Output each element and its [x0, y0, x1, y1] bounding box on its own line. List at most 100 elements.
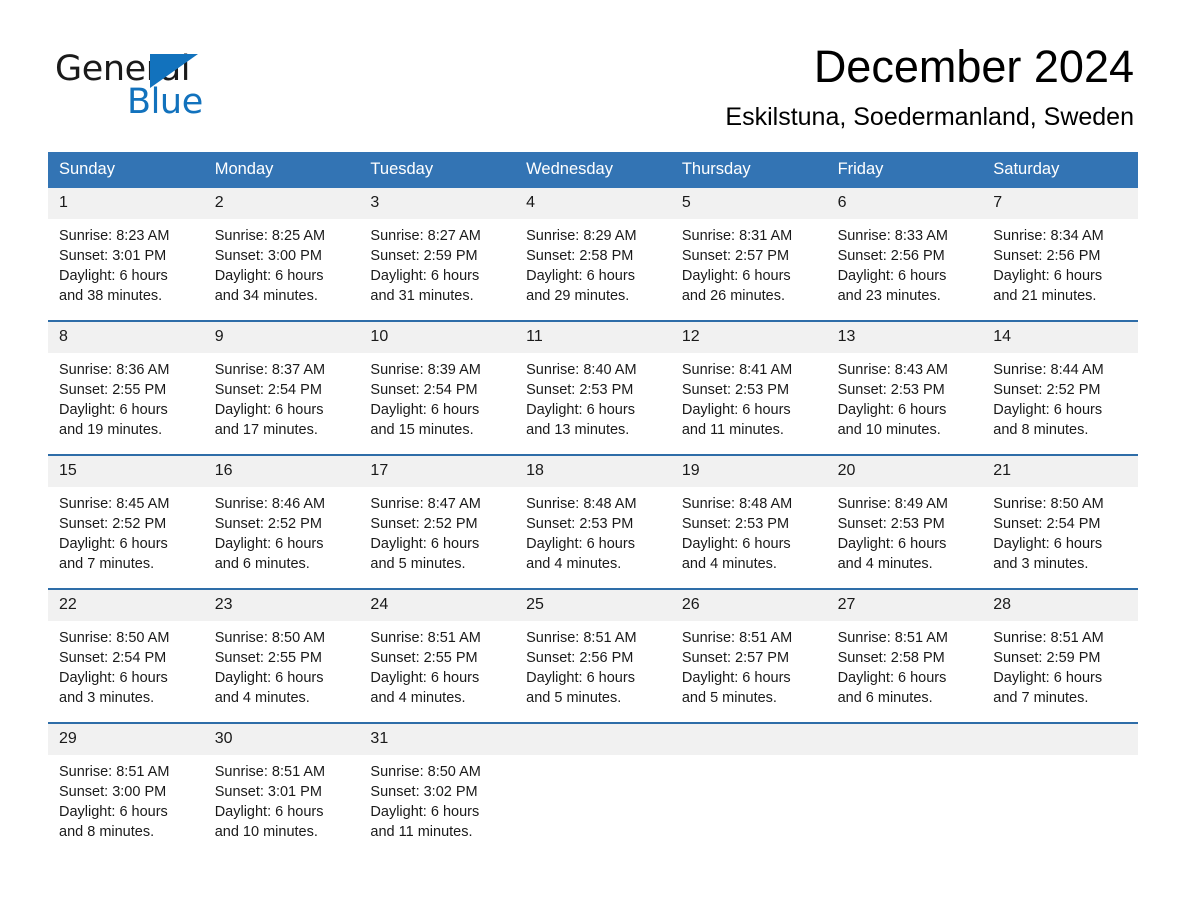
sunset-text: Sunset: 2:54 PM — [993, 516, 1101, 533]
day-cell[interactable]: Sunrise: 8:51 AM Sunset: 3:01 PM Daylight:… — [204, 762, 360, 842]
day-number[interactable]: 1 — [48, 188, 204, 219]
day-number[interactable]: 29 — [48, 724, 204, 755]
day-number[interactable]: 23 — [204, 590, 360, 621]
day-number[interactable]: 11 — [515, 322, 671, 353]
day-detail-strip: Sunrise: 8:51 AM Sunset: 3:00 PM Daylight:… — [48, 755, 1138, 857]
day-number[interactable]: 22 — [48, 590, 204, 621]
sunset-text: Sunset: 2:52 PM — [59, 516, 167, 533]
daylight-text-cont: and 31 minutes. — [370, 288, 474, 305]
day-number[interactable]: 9 — [204, 322, 360, 353]
day-number[interactable]: 5 — [671, 188, 827, 219]
daylight-text-cont: and 5 minutes. — [526, 690, 622, 707]
day-cell[interactable]: Sunrise: 8:29 AM Sunset: 2:58 PM Daylight:… — [515, 226, 671, 306]
page-title: December 2024 — [813, 41, 1134, 92]
weekday-header-sunday: Sunday — [59, 159, 115, 178]
day-number[interactable]: 17 — [359, 456, 515, 487]
day-number[interactable]: 8 — [48, 322, 204, 353]
daylight-text: Daylight: 6 hours — [214, 804, 324, 821]
weekday-header-wednesday: Wednesday — [526, 159, 613, 178]
day-cell[interactable]: Sunrise: 8:45 AM Sunset: 2:52 PM Daylight:… — [48, 494, 204, 574]
daylight-text-cont: and 7 minutes. — [993, 690, 1089, 707]
sunset-text: Sunset: 2:56 PM — [993, 248, 1101, 265]
daylight-text: Daylight: 6 hours — [681, 268, 791, 285]
sunrise-text: Sunrise: 8:51 AM — [993, 630, 1104, 647]
day-detail-strip: Sunrise: 8:45 AM Sunset: 2:52 PM Daylight:… — [48, 487, 1138, 589]
day-cell[interactable]: Sunrise: 8:33 AM Sunset: 2:56 PM Daylight:… — [827, 226, 983, 306]
day-number[interactable]: 12 — [671, 322, 827, 353]
day-number[interactable]: 27 — [827, 590, 983, 621]
day-cell[interactable]: Sunrise: 8:39 AM Sunset: 2:54 PM Daylight:… — [359, 360, 515, 440]
day-cell[interactable]: Sunrise: 8:47 AM Sunset: 2:52 PM Daylight:… — [359, 494, 515, 574]
day-cell[interactable]: Sunrise: 8:50 AM Sunset: 2:54 PM Daylight:… — [982, 494, 1138, 574]
day-cell[interactable]: Sunrise: 8:36 AM Sunset: 2:55 PM Daylight:… — [48, 360, 204, 440]
day-cell[interactable]: Sunrise: 8:48 AM Sunset: 2:53 PM Daylight:… — [671, 494, 827, 574]
day-number-empty — [671, 724, 827, 755]
day-cell[interactable]: Sunrise: 8:51 AM Sunset: 2:57 PM Daylight:… — [671, 628, 827, 708]
day-cell[interactable]: Sunrise: 8:50 AM Sunset: 2:54 PM Daylight:… — [48, 628, 204, 708]
day-number[interactable]: 31 — [359, 724, 515, 755]
daylight-text-cont: and 29 minutes. — [526, 288, 630, 305]
day-number[interactable]: 14 — [982, 322, 1138, 353]
day-number[interactable]: 2 — [204, 188, 360, 219]
day-number[interactable]: 16 — [204, 456, 360, 487]
daylight-text: Daylight: 6 hours — [526, 536, 635, 553]
day-cell[interactable]: Sunrise: 8:23 AM Sunset: 3:01 PM Daylight:… — [48, 226, 204, 306]
day-cell[interactable]: Sunrise: 8:37 AM Sunset: 2:54 PM Daylight:… — [204, 360, 360, 440]
day-cell[interactable]: Sunrise: 8:51 AM Sunset: 2:58 PM Daylight:… — [827, 628, 983, 708]
day-number[interactable]: 6 — [827, 188, 983, 219]
day-cell[interactable]: Sunrise: 8:25 AM Sunset: 3:00 PM Daylight:… — [204, 226, 360, 306]
day-number[interactable]: 24 — [359, 590, 515, 621]
sunset-text: Sunset: 2:52 PM — [214, 516, 322, 533]
day-number[interactable]: 3 — [359, 188, 515, 219]
daylight-text: Daylight: 6 hours — [370, 536, 480, 553]
day-cell[interactable]: Sunrise: 8:41 AM Sunset: 2:53 PM Daylight:… — [671, 360, 827, 440]
sunset-text: Sunset: 2:53 PM — [837, 382, 945, 399]
daylight-text-cont: and 4 minutes. — [837, 556, 933, 573]
day-number[interactable]: 18 — [515, 456, 671, 487]
brand-logo[interactable]: General Blue — [55, 52, 220, 130]
day-cell[interactable]: Sunrise: 8:40 AM Sunset: 2:53 PM Daylight:… — [515, 360, 671, 440]
daylight-text-cont: and 4 minutes. — [370, 690, 466, 707]
daylight-text: Daylight: 6 hours — [59, 536, 168, 553]
sunset-text: Sunset: 2:52 PM — [370, 516, 478, 533]
day-number-strip: 1234567 — [48, 188, 1138, 220]
day-number[interactable]: 15 — [48, 456, 204, 487]
day-number-empty — [982, 724, 1138, 755]
day-number[interactable]: 21 — [982, 456, 1138, 487]
day-cell[interactable]: Sunrise: 8:31 AM Sunset: 2:57 PM Daylight:… — [671, 226, 827, 306]
daylight-text: Daylight: 6 hours — [214, 268, 324, 285]
day-number[interactable]: 20 — [827, 456, 983, 487]
day-cell[interactable]: Sunrise: 8:27 AM Sunset: 2:59 PM Daylight:… — [359, 226, 515, 306]
day-cell[interactable]: Sunrise: 8:44 AM Sunset: 2:52 PM Daylight:… — [982, 360, 1138, 440]
day-cell[interactable]: Sunrise: 8:50 AM Sunset: 3:02 PM Daylight:… — [359, 762, 515, 842]
daylight-text-cont: and 17 minutes. — [214, 422, 318, 439]
day-cell[interactable]: Sunrise: 8:50 AM Sunset: 2:55 PM Daylight:… — [204, 628, 360, 708]
day-number[interactable]: 7 — [982, 188, 1138, 219]
day-number[interactable]: 28 — [982, 590, 1138, 621]
daylight-text-cont: and 4 minutes. — [526, 556, 622, 573]
daylight-text: Daylight: 6 hours — [681, 536, 791, 553]
day-cell[interactable]: Sunrise: 8:48 AM Sunset: 2:53 PM Daylight:… — [515, 494, 671, 574]
day-cell[interactable]: Sunrise: 8:46 AM Sunset: 2:52 PM Daylight:… — [204, 494, 360, 574]
day-number[interactable]: 4 — [515, 188, 671, 219]
sunrise-text: Sunrise: 8:27 AM — [370, 228, 481, 245]
day-cell[interactable]: Sunrise: 8:43 AM Sunset: 2:53 PM Daylight:… — [827, 360, 983, 440]
sunset-text: Sunset: 2:53 PM — [681, 382, 790, 399]
day-cell[interactable]: Sunrise: 8:34 AM Sunset: 2:56 PM Daylight:… — [982, 226, 1138, 306]
day-number[interactable]: 13 — [827, 322, 983, 353]
day-cell[interactable]: Sunrise: 8:51 AM Sunset: 2:55 PM Daylight:… — [359, 628, 515, 708]
sunset-text: Sunset: 3:01 PM — [214, 784, 322, 801]
day-cell[interactable]: Sunrise: 8:51 AM Sunset: 3:00 PM Daylight:… — [48, 762, 204, 842]
day-number-strip: 22 23 24 25 26 27 28 — [48, 590, 1138, 622]
day-number[interactable]: 30 — [204, 724, 360, 755]
day-number[interactable]: 26 — [671, 590, 827, 621]
day-number-empty — [827, 724, 983, 755]
day-cell[interactable]: Sunrise: 8:51 AM Sunset: 2:59 PM Daylight:… — [982, 628, 1138, 708]
day-number[interactable]: 25 — [515, 590, 671, 621]
day-number[interactable]: 19 — [671, 456, 827, 487]
daylight-text-cont: and 10 minutes. — [837, 422, 941, 439]
day-number[interactable]: 10 — [359, 322, 515, 353]
day-cell-empty — [671, 762, 827, 842]
day-cell[interactable]: Sunrise: 8:51 AM Sunset: 2:56 PM Daylight:… — [515, 628, 671, 708]
day-cell[interactable]: Sunrise: 8:49 AM Sunset: 2:53 PM Daylight:… — [827, 494, 983, 574]
